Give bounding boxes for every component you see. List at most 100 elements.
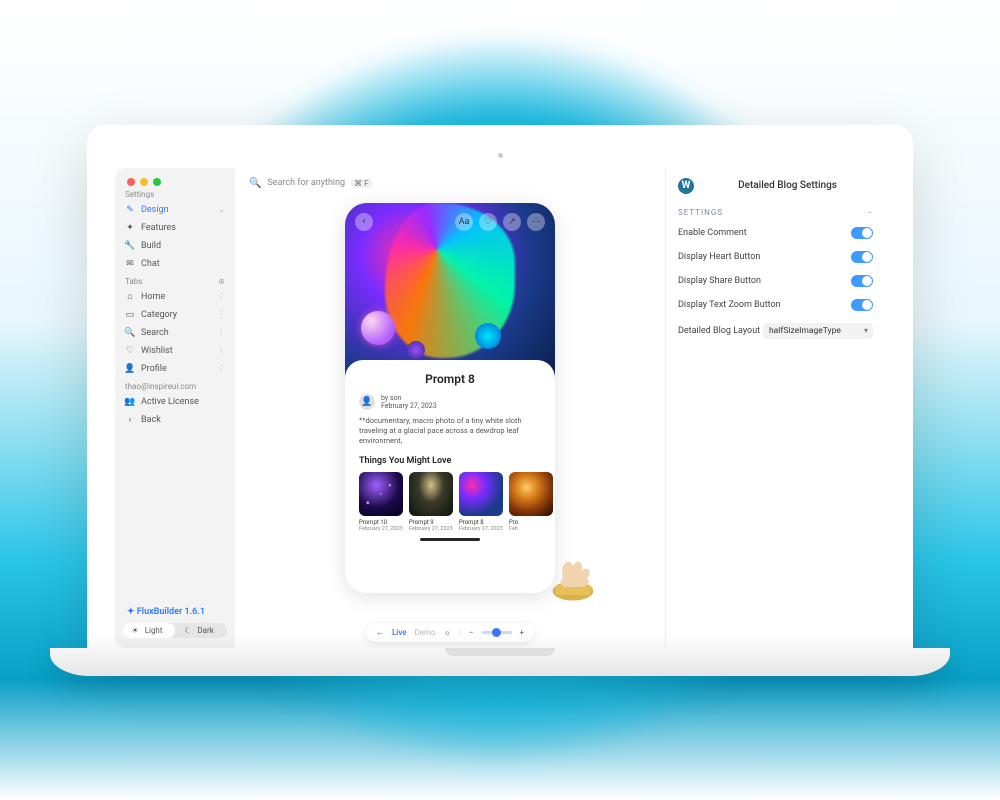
sidebar-section-tabs: Tabs ⊕ — [115, 273, 235, 288]
laptop-mockup: Settings ✎ Design ⌄ ✦ Features 🔧 Build ✉ Cha… — [50, 125, 950, 676]
theme-dark[interactable]: ☾ Dark — [175, 623, 227, 638]
setting-text-zoom: Display Text Zoom Button — [678, 293, 873, 317]
back-icon[interactable]: ‹ — [355, 213, 373, 231]
close-icon[interactable] — [127, 178, 135, 186]
home-indicator — [420, 538, 480, 541]
collapse-icon[interactable]: − — [867, 208, 873, 217]
setting-enable-comment: Enable Comment — [678, 221, 873, 245]
drag-handle-icon[interactable]: ⋮ — [217, 292, 225, 301]
heart-icon: ♡ — [125, 346, 135, 356]
maximize-icon[interactable] — [153, 178, 161, 186]
search-placeholder: Search for anything — [267, 178, 345, 188]
search-icon: 🔍 — [125, 328, 135, 338]
sidebar-item-profile[interactable]: 👤Profile⋮ — [115, 360, 235, 378]
sidebar-item-category[interactable]: ▭ Category ⋮ — [115, 306, 235, 324]
brand-version: ✦ FluxBuilder 1.6.1 — [123, 607, 227, 623]
brightness-icon[interactable]: ☼ — [444, 628, 451, 637]
related-item[interactable]: ProFeb — [509, 472, 553, 532]
back-icon: ‹ — [125, 415, 135, 425]
layout-select[interactable]: halfSizeImageType — [763, 323, 873, 339]
more-icon[interactable]: ⋯ — [527, 213, 545, 231]
top-search-bar[interactable]: 🔍 Search for anything ⌘ F — [235, 168, 665, 199]
theme-toggle[interactable]: ☀ Light ☾ Dark — [123, 623, 227, 638]
thumbnail-image — [459, 472, 503, 516]
sidebar-section-settings: Settings — [115, 186, 235, 201]
drag-handle-icon[interactable]: ⋮ — [217, 310, 225, 319]
sidebar-item-label: Category — [141, 310, 177, 320]
minimize-icon[interactable] — [140, 178, 148, 186]
sidebar-item-search[interactable]: 🔍Search⋮ — [115, 324, 235, 342]
setting-blog-layout: Detailed Blog Layout halfSizeImageType — [678, 317, 873, 345]
sidebar-item-license[interactable]: 👥 Active License — [115, 393, 235, 411]
related-item[interactable]: Prompt 10February 27, 2023 — [359, 472, 403, 532]
sidebar-section-account: thao@inspireui.com — [115, 378, 235, 393]
sidebar-item-build[interactable]: 🔧 Build — [115, 237, 235, 255]
build-icon: 🔧 — [125, 241, 135, 251]
post-title: Prompt 8 — [359, 372, 541, 386]
drag-handle-icon[interactable]: ⋮ — [217, 364, 225, 373]
sidebar-item-label: Active License — [141, 397, 199, 407]
chat-icon: ✉ — [125, 259, 135, 269]
zoom-text-icon[interactable]: Aa — [455, 213, 473, 231]
sidebar-item-label: Wishlist — [141, 346, 173, 356]
demo-toggle[interactable]: Demo — [415, 628, 436, 637]
related-item[interactable]: Prompt 9February 27, 2023 — [409, 472, 453, 532]
wordpress-icon: W — [678, 178, 694, 194]
live-toggle[interactable]: Live — [392, 628, 407, 637]
toggle-switch[interactable] — [851, 251, 873, 263]
canvas-area: 🔍 Search for anything ⌘ F ‹ Aa ♡ — [235, 168, 665, 648]
panel-title: Detailed Blog Settings — [702, 180, 873, 191]
add-tab-icon[interactable]: ⊕ — [218, 277, 225, 286]
drag-handle-icon[interactable]: ⋮ — [217, 346, 225, 355]
thumbnail-image — [359, 472, 403, 516]
related-item[interactable]: Prompt 8February 27, 2023 — [459, 472, 503, 532]
heart-icon[interactable]: ♡ — [479, 213, 497, 231]
zoom-out-button[interactable]: − — [469, 628, 474, 637]
zoom-slider[interactable] — [481, 631, 511, 634]
post-description: **documentary, macro photo of a tiny whi… — [359, 416, 541, 445]
sidebar-item-label: Features — [141, 223, 176, 233]
thumbnail-image — [509, 472, 553, 516]
search-shortcut: ⌘ F — [351, 179, 371, 188]
settings-group-header[interactable]: SETTINGS− — [678, 204, 873, 221]
toggle-switch[interactable] — [851, 299, 873, 311]
settings-panel: W Detailed Blog Settings SETTINGS− Enabl… — [665, 168, 885, 648]
sidebar: Settings ✎ Design ⌄ ✦ Features 🔧 Build ✉ Cha… — [115, 168, 235, 648]
sidebar-item-chat[interactable]: ✉ Chat — [115, 255, 235, 273]
sidebar-item-design[interactable]: ✎ Design ⌄ — [115, 201, 235, 219]
features-icon: ✦ — [125, 223, 135, 233]
hero-image: ‹ Aa ♡ ↗ ⋯ — [345, 203, 555, 378]
design-icon: ✎ — [125, 205, 135, 215]
license-icon: 👥 — [125, 397, 135, 407]
zoom-in-button[interactable]: + — [519, 628, 524, 637]
sidebar-item-wishlist[interactable]: ♡ Wishlist ⋮ — [115, 342, 235, 360]
sidebar-item-home[interactable]: ⌂Home⋮ — [115, 288, 235, 306]
sidebar-item-label: Build — [141, 241, 161, 251]
thumbnail-image — [409, 472, 453, 516]
preview-dock: ← Live Demo ☼ | − + — [366, 623, 534, 642]
sidebar-item-features[interactable]: ✦ Features — [115, 219, 235, 237]
sidebar-item-back[interactable]: ‹ Back — [115, 411, 235, 429]
share-icon[interactable]: ↗ — [503, 213, 521, 231]
post-meta: by son February 27, 2023 — [381, 394, 437, 411]
search-icon: 🔍 — [249, 178, 261, 189]
chevron-down-icon: ⌄ — [218, 205, 225, 214]
back-arrow-icon[interactable]: ← — [376, 628, 384, 637]
toggle-switch[interactable] — [851, 227, 873, 239]
setting-share-button: Display Share Button — [678, 269, 873, 293]
sidebar-item-label: Chat — [141, 259, 160, 269]
phone-preview: ‹ Aa ♡ ↗ ⋯ Prompt 8 👤 — [345, 203, 555, 593]
window-traffic-lights — [115, 168, 235, 186]
sidebar-item-label: Back — [141, 415, 161, 425]
related-list: Prompt 10February 27, 2023 Prompt 9Febru… — [359, 472, 541, 532]
sidebar-item-label: Design — [141, 205, 169, 215]
category-icon: ▭ — [125, 310, 135, 320]
sidebar-item-label: Profile — [141, 364, 167, 374]
camera-notch — [498, 153, 503, 158]
theme-light[interactable]: ☀ Light — [123, 623, 175, 638]
laptop-base — [50, 648, 950, 676]
app-window: Settings ✎ Design ⌄ ✦ Features 🔧 Build ✉ Cha… — [115, 168, 885, 648]
toggle-switch[interactable] — [851, 275, 873, 287]
home-icon: ⌂ — [125, 292, 135, 302]
drag-handle-icon[interactable]: ⋮ — [217, 328, 225, 337]
